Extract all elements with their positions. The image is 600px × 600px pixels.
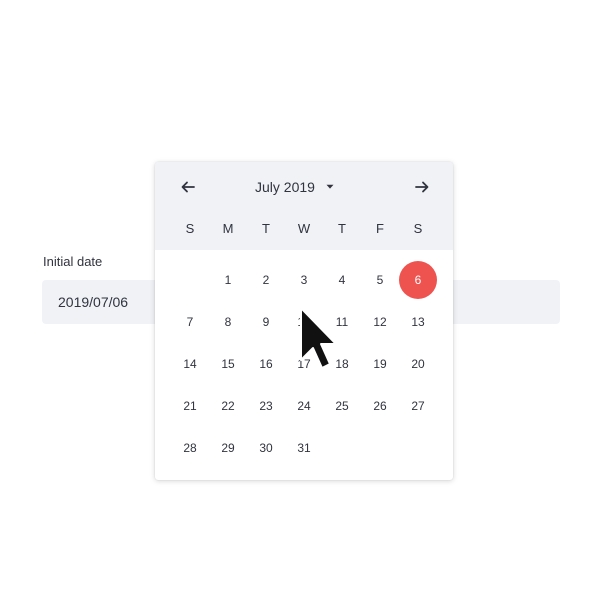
arrow-left-icon xyxy=(181,181,195,193)
day-number: 17 xyxy=(297,357,311,371)
arrow-right-icon xyxy=(415,181,429,193)
day-cell[interactable]: 16 xyxy=(247,343,285,385)
day-cell[interactable]: 15 xyxy=(209,343,247,385)
caret-down-icon xyxy=(325,184,335,190)
day-cell[interactable]: 1 xyxy=(209,259,247,301)
day-cell[interactable]: 29 xyxy=(209,427,247,469)
previous-month-button[interactable] xyxy=(174,176,202,198)
month-year-select[interactable]: July 2019 xyxy=(255,176,335,198)
day-cell[interactable]: 30 xyxy=(247,427,285,469)
day-cell[interactable]: 31 xyxy=(285,427,323,469)
empty-day-cell xyxy=(171,259,209,301)
day-cell[interactable]: 7 xyxy=(171,301,209,343)
calendar-popover: July 2019 SMTWTFS 1 2 3 4 5 6 7 8 9 10 11 12 13 14 15 1… xyxy=(155,162,453,480)
day-number: 30 xyxy=(259,441,273,455)
date-input-demo: Initial date 2019/07/06 July 2019 S M T … xyxy=(0,0,600,600)
weekday-label: T xyxy=(338,221,346,236)
date-input-label: Initial date xyxy=(43,254,103,269)
day-cell[interactable]: 18 xyxy=(323,343,361,385)
day-number: 9 xyxy=(262,315,270,329)
day-number: 27 xyxy=(411,399,425,413)
day-number: 25 xyxy=(335,399,349,413)
day-cell[interactable]: 23 xyxy=(247,385,285,427)
day-cell[interactable]: 26 xyxy=(361,385,399,427)
weekday-label: S xyxy=(413,221,423,236)
day-cell[interactable]: 21 xyxy=(171,385,209,427)
day-number: 29 xyxy=(221,441,235,455)
day-number: 6 xyxy=(399,261,437,299)
day-cell[interactable]: 12 xyxy=(361,301,399,343)
day-cell[interactable]: 24 xyxy=(285,385,323,427)
day-number: 20 xyxy=(411,357,425,371)
day-number: 7 xyxy=(186,315,194,329)
day-number: 24 xyxy=(297,399,311,413)
calendar-header: July 2019 S M T W T F S xyxy=(155,162,453,250)
day-number: 16 xyxy=(259,357,273,371)
day-number: 3 xyxy=(300,273,308,287)
day-cell[interactable]: 20 xyxy=(399,343,437,385)
weekday-label: S xyxy=(185,221,195,236)
day-cell[interactable]: 5 xyxy=(361,259,399,301)
day-cell[interactable]: 14 xyxy=(171,343,209,385)
day-number: 14 xyxy=(183,357,197,371)
day-number: 8 xyxy=(224,315,232,329)
day-number: 1 xyxy=(224,273,232,287)
weekday-label: F xyxy=(376,221,384,236)
day-number: 11 xyxy=(335,315,349,329)
next-month-button[interactable] xyxy=(408,176,436,198)
day-cell[interactable]: 28 xyxy=(171,427,209,469)
day-number: 12 xyxy=(373,315,387,329)
day-number: 26 xyxy=(373,399,387,413)
day-cell[interactable]: 13 xyxy=(399,301,437,343)
weekday-label: W xyxy=(297,221,311,236)
selected-day-cell[interactable]: 6 xyxy=(399,259,437,301)
day-cell[interactable]: 11 xyxy=(323,301,361,343)
day-cell[interactable]: 9 xyxy=(247,301,285,343)
day-cell[interactable]: 27 xyxy=(399,385,437,427)
day-cell[interactable]: 8 xyxy=(209,301,247,343)
day-cell[interactable]: 4 xyxy=(323,259,361,301)
day-cell[interactable]: 17 xyxy=(285,343,323,385)
day-number: 10 xyxy=(297,315,311,329)
date-input-value: 2019/07/06 xyxy=(58,294,129,310)
month-year-label: July 2019 xyxy=(255,179,315,195)
day-number: 23 xyxy=(259,399,273,413)
day-cell[interactable]: 2 xyxy=(247,259,285,301)
day-cell[interactable]: 19 xyxy=(361,343,399,385)
day-number: 22 xyxy=(221,399,235,413)
calendar-day-grid: 1 2 3 4 5 6 7 8 9 10 11 12 13 14 15 16 17 18 19 20 21 22 23 24 2… xyxy=(171,259,437,469)
weekday-header-row: SMTWTFS xyxy=(171,221,437,236)
day-number: 4 xyxy=(338,273,346,287)
day-number: 31 xyxy=(297,441,311,455)
day-cell[interactable]: 22 xyxy=(209,385,247,427)
weekday-label: M xyxy=(222,221,234,236)
day-cell[interactable]: 3 xyxy=(285,259,323,301)
day-number: 13 xyxy=(411,315,425,329)
weekday-label: T xyxy=(262,221,270,236)
day-cell[interactable]: 25 xyxy=(323,385,361,427)
day-number: 21 xyxy=(183,399,197,413)
day-number: 15 xyxy=(221,357,235,371)
day-number: 5 xyxy=(376,273,384,287)
day-number: 18 xyxy=(335,357,349,371)
day-number: 2 xyxy=(262,273,270,287)
day-number: 28 xyxy=(183,441,197,455)
day-cell[interactable]: 10 xyxy=(285,301,323,343)
day-number: 19 xyxy=(373,357,387,371)
